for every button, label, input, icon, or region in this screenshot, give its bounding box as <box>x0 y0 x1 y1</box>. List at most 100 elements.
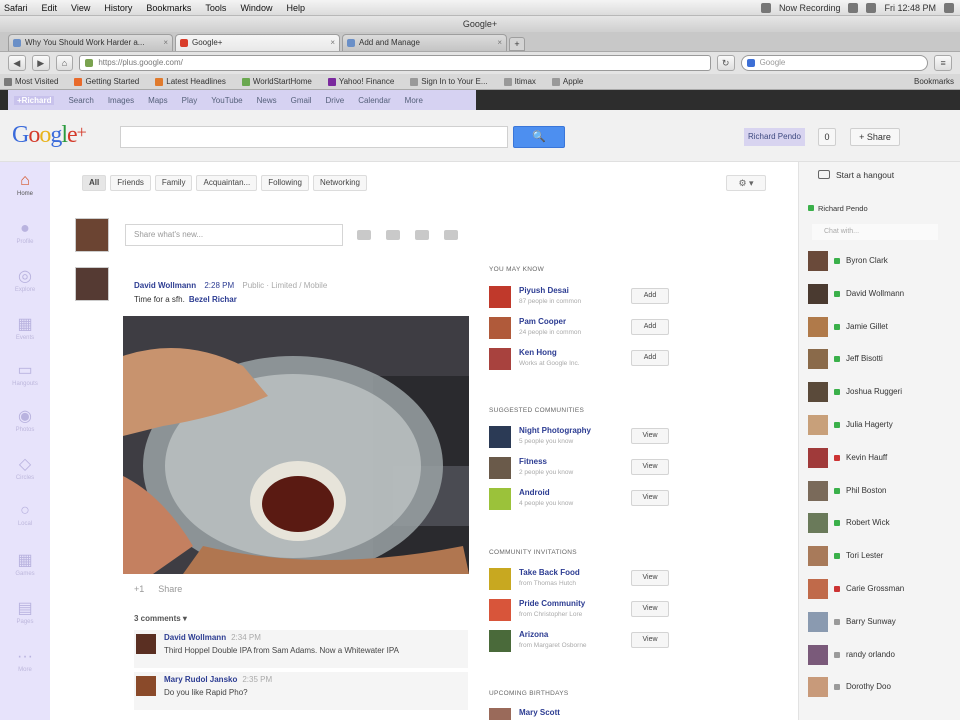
google-bar-link[interactable]: Calendar <box>358 96 390 105</box>
rail-more[interactable]: ··· More <box>8 648 42 682</box>
bookmark-item[interactable]: WorldStartHome <box>241 77 312 86</box>
back-button[interactable]: ◀ <box>8 55 26 71</box>
view-button[interactable]: View <box>631 428 669 444</box>
add-button[interactable]: Add <box>631 288 669 304</box>
suggestion-name[interactable]: Fitness <box>519 457 547 466</box>
google-bar-link[interactable]: Gmail <box>291 96 312 105</box>
filter-all[interactable]: All <box>82 175 107 191</box>
chat-contact[interactable]: Carie Grossman <box>808 579 948 601</box>
home-icon[interactable]: ⌂ <box>55 55 74 71</box>
menu-window[interactable]: Window <box>240 3 272 13</box>
suggestion-name[interactable]: Ken Hong <box>519 348 557 357</box>
wifi-icon[interactable] <box>848 2 859 13</box>
tab-google-plus[interactable]: Google+ × <box>175 34 340 51</box>
add-button[interactable]: Add <box>631 319 669 335</box>
chat-self-status[interactable]: Richard Pendo <box>808 204 868 213</box>
filter-following[interactable]: Following <box>261 175 309 191</box>
rail-local[interactable]: ○ Local <box>8 502 42 536</box>
battery-icon[interactable] <box>866 2 877 13</box>
google-bar-link[interactable]: News <box>257 96 277 105</box>
suggestion-name[interactable]: Night Photography <box>519 426 591 435</box>
notifications-button[interactable]: 0 <box>818 128 836 146</box>
suggestion-name[interactable]: Pam Cooper <box>519 317 566 326</box>
chat-contact[interactable]: Byron Clark <box>808 251 948 273</box>
menu-icon[interactable]: ≡ <box>934 55 953 71</box>
search-button[interactable]: 🔍 <box>513 126 565 148</box>
avatar[interactable] <box>489 630 511 652</box>
avatar[interactable] <box>75 218 109 252</box>
suggestion-name[interactable]: Arizona <box>519 630 548 639</box>
share-box-input[interactable]: Share what's new... <box>125 224 343 246</box>
suggestion-name[interactable]: Mary Scott <box>519 708 560 717</box>
google-bar-link[interactable]: Maps <box>148 96 168 105</box>
bookmarks-menu[interactable]: Bookmarks <box>914 77 954 86</box>
menu-history[interactable]: History <box>104 3 132 13</box>
suggestion-name[interactable]: Android <box>519 488 550 497</box>
reload-button[interactable]: ↻ <box>716 55 735 71</box>
avatar[interactable] <box>489 488 511 510</box>
comments-count[interactable]: 3 comments ▾ <box>134 614 187 623</box>
rail-pages[interactable]: ▤ Pages <box>8 598 42 632</box>
event-icon[interactable] <box>444 230 458 240</box>
rail-games[interactable]: ▦ Games <box>8 550 42 584</box>
avatar[interactable] <box>489 317 511 339</box>
chat-search-input[interactable]: Chat with... <box>812 224 938 240</box>
google-bar-link[interactable]: Play <box>182 96 198 105</box>
comment-author[interactable]: Mary Rudol Jansko <box>164 675 237 684</box>
suggestion-name[interactable]: Piyush Desai <box>519 286 569 295</box>
close-icon[interactable]: × <box>163 35 168 51</box>
avatar[interactable] <box>489 426 511 448</box>
avatar[interactable] <box>136 676 156 696</box>
rail-hangouts[interactable]: ▭ Hangouts <box>8 360 42 394</box>
rail-photos[interactable]: ◉ Photos <box>8 406 42 440</box>
browser-search-input[interactable]: Google <box>740 55 929 71</box>
chat-contact[interactable]: Jamie Gillet <box>808 316 948 339</box>
url-bar[interactable]: https://plus.google.com/ <box>79 55 711 71</box>
avatar[interactable] <box>489 348 511 370</box>
close-icon[interactable]: × <box>330 35 335 51</box>
record-icon[interactable] <box>760 2 771 13</box>
share-button[interactable]: + Share <box>850 128 900 146</box>
chat-contact[interactable]: Phil Boston <box>808 480 948 503</box>
share-post-button[interactable]: Share <box>158 584 182 594</box>
google-bar-link[interactable]: Drive <box>326 96 345 105</box>
bookmark-item[interactable]: Latest Headlines <box>155 77 226 86</box>
avatar[interactable] <box>489 599 511 621</box>
chat-contact[interactable]: Joshua Ruggeri <box>808 382 948 404</box>
chat-contact[interactable]: Julia Hagerty <box>808 415 948 437</box>
bookmark-item[interactable]: Yahoo! Finance <box>327 77 394 86</box>
comment-author[interactable]: David Wollmann <box>164 633 226 642</box>
rail-profile[interactable]: ● Profile <box>8 220 42 254</box>
google-bar-link[interactable]: More <box>405 96 423 105</box>
google-bar-link[interactable]: YouTube <box>211 96 242 105</box>
bookmark-item[interactable]: Sign In to Your E... <box>410 77 488 86</box>
post-author-avatar[interactable] <box>75 267 109 301</box>
chat-contact[interactable]: Robert Wick <box>808 513 948 535</box>
post-time-link[interactable]: 2:28 PM <box>204 281 234 290</box>
forward-button[interactable]: ▶ <box>31 55 50 71</box>
mention-link[interactable]: Bezel Richar <box>189 295 237 304</box>
rail-explore[interactable]: ◎ Explore <box>8 266 42 300</box>
rail-circles[interactable]: ◇ Circles <box>8 454 42 488</box>
chat-contact[interactable]: Jeff Bisotti <box>808 349 948 371</box>
add-button[interactable]: Add <box>631 350 669 366</box>
view-button[interactable]: View <box>631 601 669 617</box>
avatar[interactable] <box>489 568 511 590</box>
tab-1[interactable]: Why You Should Work Harder a... × <box>8 34 173 51</box>
chat-contact[interactable]: Tori Lester <box>808 546 948 568</box>
search-input[interactable] <box>120 126 508 148</box>
gear-icon[interactable]: ⚙ ▾ <box>726 175 766 191</box>
avatar[interactable] <box>489 457 511 479</box>
menu-help[interactable]: Help <box>286 3 305 13</box>
video-icon[interactable] <box>415 230 429 240</box>
suggestion-name[interactable]: Take Back Food <box>519 568 580 577</box>
menu-tools[interactable]: Tools <box>205 3 226 13</box>
chat-contact[interactable]: Kevin Hauff <box>808 447 948 470</box>
avatar[interactable] <box>489 286 511 308</box>
view-button[interactable]: View <box>631 570 669 586</box>
photo-icon[interactable] <box>357 230 371 240</box>
suggestion-name[interactable]: Pride Community <box>519 599 585 608</box>
google-plus-logo[interactable]: Google+ <box>12 122 87 149</box>
avatar[interactable] <box>489 708 511 720</box>
avatar[interactable] <box>136 634 156 654</box>
